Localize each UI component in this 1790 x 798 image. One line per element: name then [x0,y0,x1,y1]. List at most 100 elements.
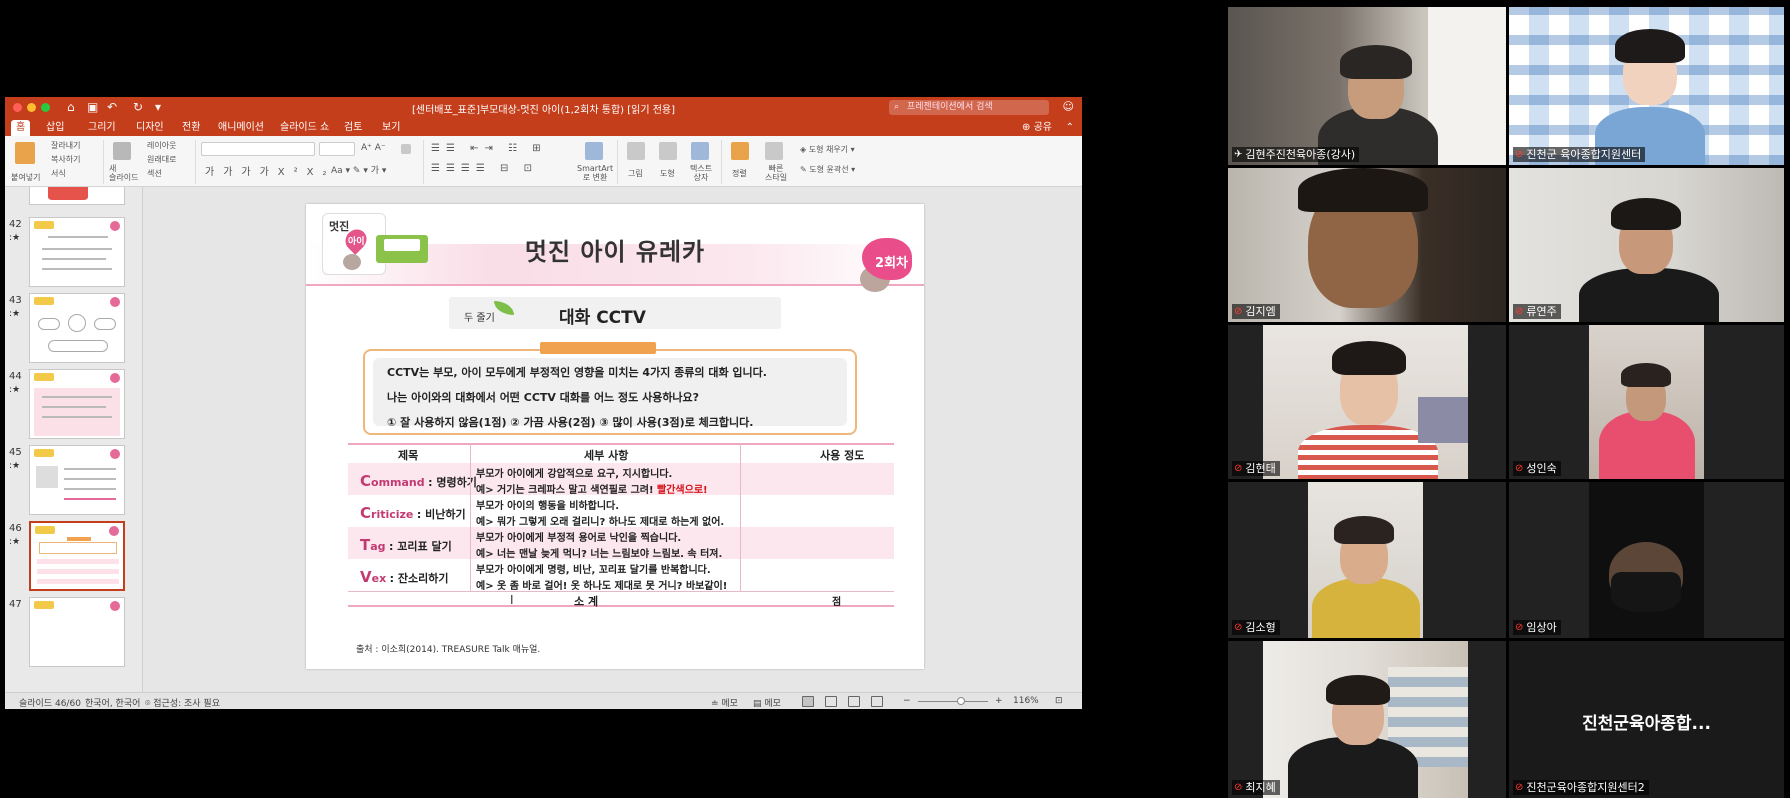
video-tile[interactable]: ⊘ 김지엠 [1228,168,1506,322]
slide-thumbnail[interactable] [29,187,125,205]
list-buttons[interactable]: ☰☰ ⇤⇥ ☷ ⊞ [431,143,547,154]
search-placeholder: 프레젠테이션에서 검색 [907,102,993,112]
comments-button[interactable]: ▤ 메모 [753,696,781,709]
font-size-field[interactable] [319,142,355,156]
smartart-icon[interactable] [585,142,603,160]
zoom-slider[interactable] [918,701,988,702]
copy-button[interactable]: 복사하기 [51,154,80,165]
slide-thumbnail[interactable] [29,369,125,439]
format-painter-button[interactable]: 서식 [51,168,66,179]
picture-icon[interactable] [627,142,645,160]
tab-home[interactable]: 홈 [11,120,31,136]
video-tile[interactable]: ⊘ 임상아 [1509,482,1784,638]
row-example: 예> 너는 맨날 늦게 먹니? 너는 느림보야 느림보. 속 터져. [476,549,723,560]
table-row: Command : 명령하기 부모가 아이에게 강압적으로 요구, 지시합니다.… [348,463,894,496]
account-icon[interactable]: ☺ [1063,100,1074,113]
video-tile-no-video[interactable]: 진천군육아종합... ⊘ 진천군육아종합지원센터2 [1509,641,1784,798]
slide-title[interactable]: 멋진 아이 유레카 [306,232,924,267]
slide-number: 44 [9,371,22,382]
participant-name-bar: ⊘ 성인숙 [1513,461,1561,476]
quick-style-icon[interactable] [765,142,783,160]
thumbnail-logo [34,221,54,229]
slide-thumbnail[interactable] [29,597,125,667]
slide-thumbnail-pane[interactable]: 42 :★ 43 :★ 44 :★ 45:★ 46:★ 47 [5,187,143,692]
cut-button[interactable]: 잘라내기 [51,140,80,151]
reset-button[interactable]: 원래대로 [147,154,176,165]
mic-muted-icon: ⊘ [1234,622,1243,633]
slide-thumbnail-selected[interactable] [29,521,125,591]
zoom-level[interactable]: 116% [1013,696,1039,706]
new-slide-icon[interactable] [113,142,131,160]
accessibility-status[interactable]: ⌾ 접근성: 조사 필요 [145,696,220,709]
shape-outline-button[interactable]: ✎ 도형 윤곽선 ▾ [800,164,855,175]
section-button[interactable]: 섹션 [147,168,162,179]
layout-button[interactable]: 레이아웃 [147,140,176,151]
search-icon: ⌕ [894,102,900,112]
zoom-in-button[interactable]: + [995,696,1003,706]
font-name-field[interactable] [201,142,315,156]
reading-view-icon[interactable] [848,696,860,707]
slide-thumbnail[interactable] [29,445,125,515]
intro-line-1: CCTV는 부모, 아이 모두에게 부정적인 영향을 미치는 4가지 종류의 대… [387,366,767,379]
shape-icon[interactable] [659,142,677,160]
section-heading[interactable]: 두 줄기 대화 CCTV [449,297,781,329]
zoom-out-button[interactable]: − [903,696,911,706]
total-unit: 점 [832,597,842,608]
tab-design[interactable]: 디자인 [131,120,169,136]
slide-editor[interactable]: 멋진 아이 멋진 아이 유레카 2회차 두 줄기 대화 CCTV CCTV는 부… [143,187,1082,692]
video-tile[interactable]: ⊘ 진천군 육아종합지원센터 [1509,7,1784,165]
font-color-buttons[interactable]: Aa ▾ ✎ ▾ 가 ▾ [331,163,386,176]
thumbnail-row [37,559,119,564]
intro-box[interactable]: CCTV는 부모, 아이 모두에게 부정적인 영향을 미치는 4가지 종류의 대… [363,349,857,435]
tab-review[interactable]: 검토 [339,120,367,136]
participant-name-bar: ⊘ 진천군 육아종합지원센터 [1513,147,1646,162]
title-bar: ⌂ ▣ ↶ ↻ ▾ [센터배포_표준]부모대상-멋진 아이(1,2회차 통합) … [5,97,1082,118]
arrange-icon[interactable] [731,142,749,160]
font-size-buttons[interactable]: A⁺ A⁻ [361,143,386,153]
video-tile[interactable]: ⊘ 성인숙 [1509,325,1784,479]
tab-slideshow[interactable]: 슬라이드 쇼 [275,120,334,136]
clear-format-icon[interactable] [401,144,411,154]
ribbon-divider [721,140,722,184]
tab-insert[interactable]: 삽입 [41,120,69,136]
video-tile[interactable]: ⊘ 김소형 [1228,482,1506,638]
slide-thumbnail[interactable] [29,217,125,287]
fit-slide-icon[interactable]: ⊡ [1055,696,1063,706]
share-button[interactable]: ⊕ 공유 [1022,120,1052,136]
search-input[interactable]: ⌕ 프레젠테이션에서 검색 [889,100,1049,115]
notes-button[interactable]: ≐ 메모 [711,696,738,709]
row-title-initial: V [360,568,372,586]
slide-sorter-icon[interactable] [825,696,837,707]
tab-view[interactable]: 보기 [377,120,405,136]
textbox-icon[interactable] [691,142,709,160]
slide[interactable]: 멋진 아이 멋진 아이 유레카 2회차 두 줄기 대화 CCTV CCTV는 부… [306,204,924,669]
powerpoint-window: ⌂ ▣ ↶ ↻ ▾ [센터배포_표준]부모대상-멋진 아이(1,2회차 통합) … [5,97,1082,709]
video-tile[interactable]: ⊘ 류연주 [1509,168,1784,322]
slide-thumbnail[interactable] [29,293,125,363]
tab-draw[interactable]: 그리기 [83,120,121,136]
zoom-slider-handle[interactable] [957,697,965,705]
shape-fill-button[interactable]: ◈ 도형 채우기 ▾ [800,144,855,155]
slide-number: 47 [9,599,22,610]
section-title: 대화 CCTV [559,308,646,328]
align-buttons[interactable]: ☰☰☰☰ ⊟ ⊡ [431,163,538,174]
tab-transitions[interactable]: 전환 [177,120,205,136]
video-tile-speaker[interactable]: ✈ 김현주진천육아종(강사) [1228,7,1506,165]
face-mask [1611,572,1681,612]
participant-name: 김지엠 [1245,305,1276,318]
accessibility-label: 접근성: 조사 필요 [153,699,220,709]
normal-view-icon[interactable] [802,696,814,707]
participant-display-name: 진천군육아종합... [1582,714,1711,734]
tab-animations[interactable]: 애니메이션 [213,120,269,136]
video-tile[interactable]: ⊘ 김현태 [1228,325,1506,479]
table-divider [740,443,741,591]
mic-muted-icon: ⊘ [1515,622,1524,633]
intro-panel: CCTV는 부모, 아이 모두에게 부정적인 영향을 미치는 4가지 종류의 대… [373,358,847,429]
collapse-ribbon-icon[interactable]: ⌃ [1066,120,1074,136]
language[interactable]: 한국어, 한국어 [85,696,140,709]
slideshow-view-icon[interactable] [871,696,883,707]
font-style-buttons[interactable]: 가가가가X²X₂ [205,163,336,178]
window-light [1428,7,1506,165]
video-tile[interactable]: ⊘ 최지혜 [1228,641,1506,798]
paste-icon[interactable] [15,142,35,164]
